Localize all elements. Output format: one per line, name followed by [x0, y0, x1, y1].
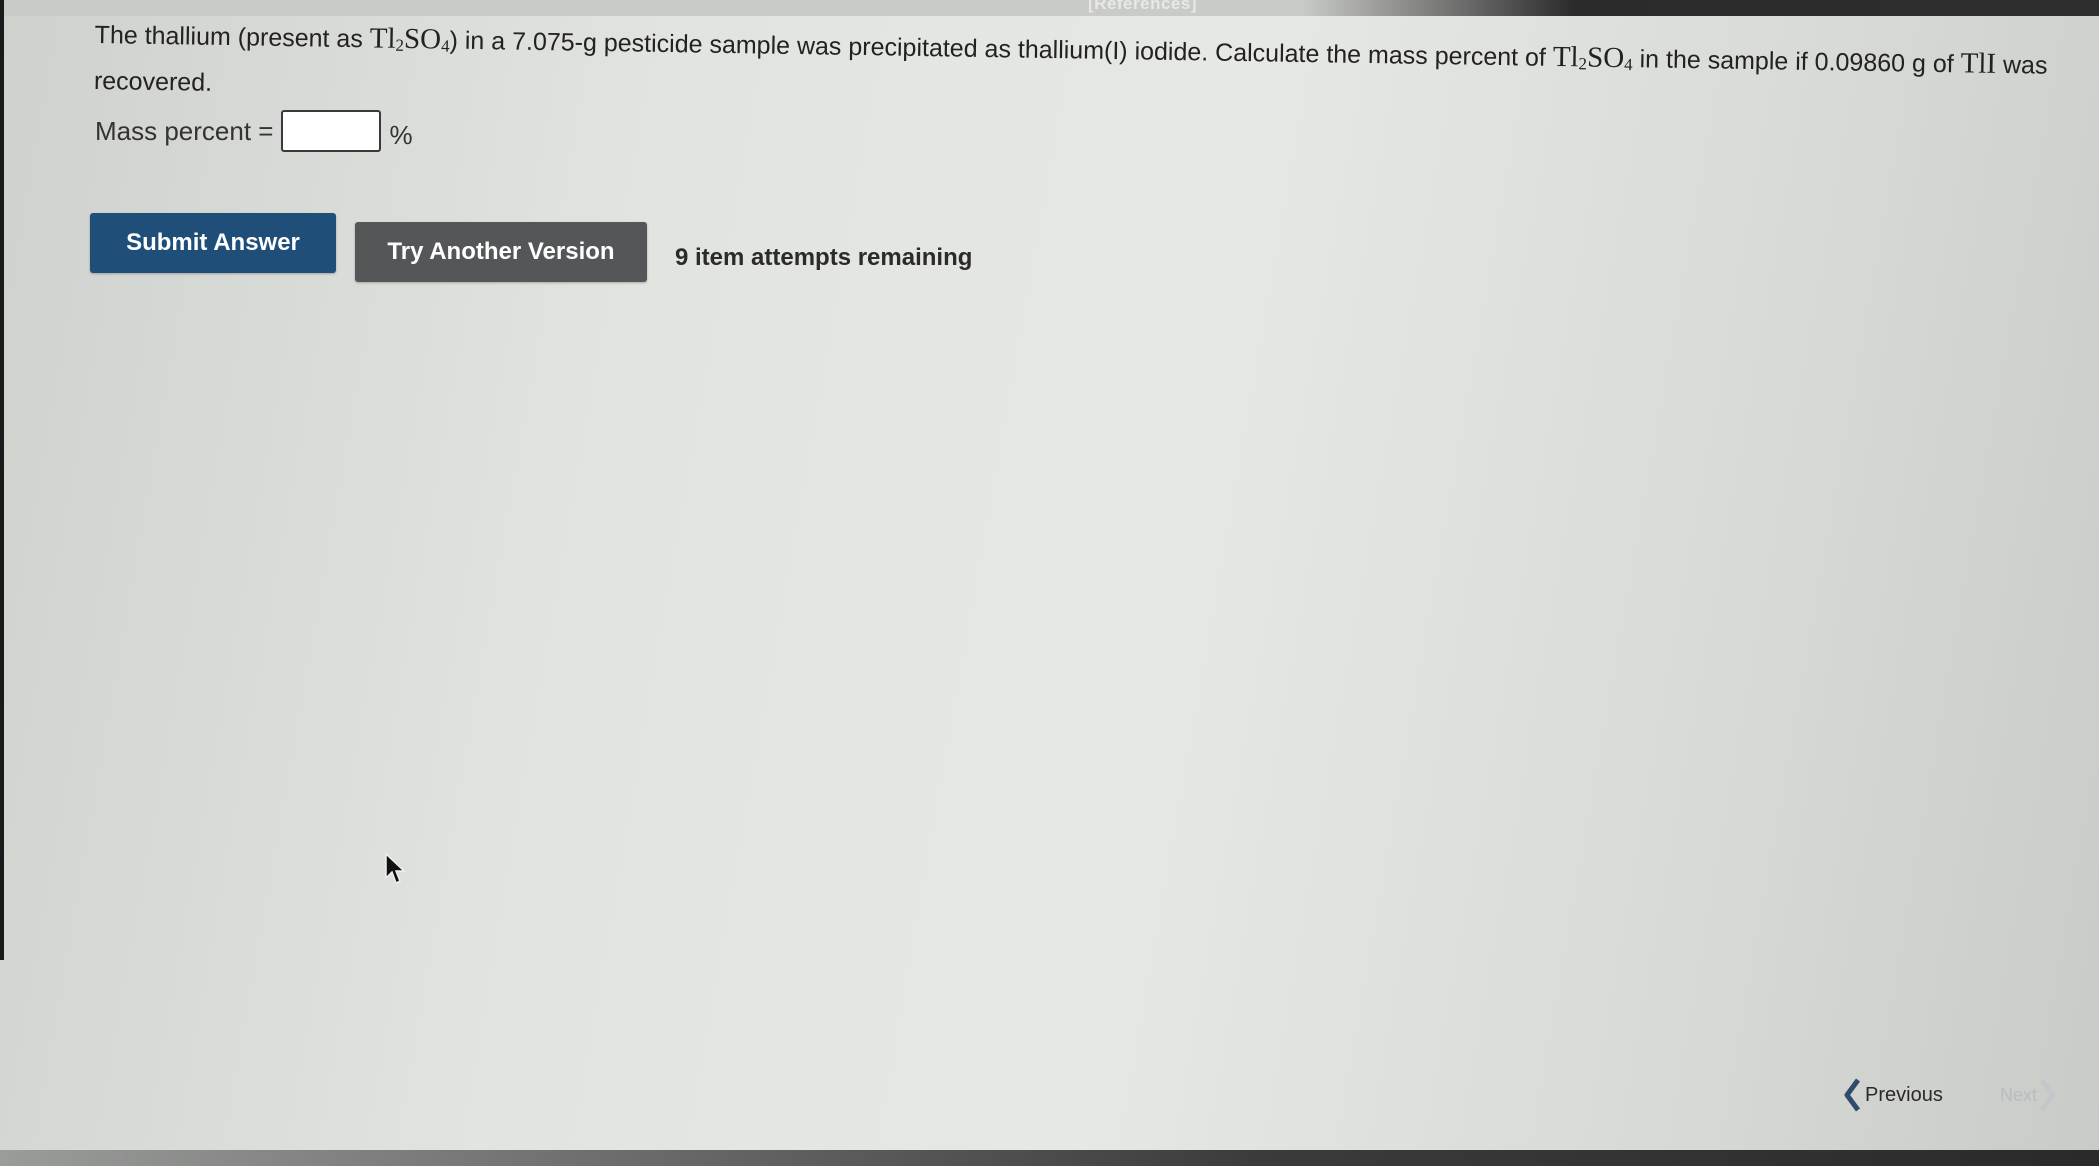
mass-percent-label: Mass percent =	[95, 115, 274, 146]
attempts-remaining-text: 9 item attempts remaining	[675, 244, 973, 271]
formula-subscript: 4	[440, 36, 450, 56]
chevron-left-icon	[1844, 1078, 1861, 1112]
screen-background	[0, 0, 2099, 1166]
left-edge	[0, 0, 4, 960]
question-part-2: ) in a 7.075-g pesticide sample was prec…	[449, 26, 1554, 72]
previous-button[interactable]: Previous	[1843, 1078, 1943, 1112]
formula-element: Tl	[1552, 40, 1579, 74]
chevron-right-icon	[2039, 1078, 2056, 1112]
previous-label: Previous	[1865, 1083, 1943, 1106]
top-bar	[0, 0, 2099, 16]
formula-element: SO	[1586, 41, 1625, 75]
formula-element: Tl	[369, 22, 396, 55]
submit-answer-button[interactable]: Submit Answer	[90, 213, 336, 273]
formula-tl2so4-second: Tl2SO4	[1553, 41, 1633, 74]
mass-percent-input[interactable]	[281, 110, 382, 152]
formula-tli: TlI	[1960, 47, 1997, 80]
try-another-version-button[interactable]: Try Another Version	[355, 222, 647, 282]
formula-element: SO	[403, 22, 442, 56]
formula-tl2so4-first: Tl2SO4	[370, 22, 450, 55]
question-part-1: The thallium (present as	[94, 20, 370, 54]
bottom-edge	[0, 1150, 2099, 1166]
cursor-arrow-icon	[385, 852, 406, 885]
percent-unit-label: %	[389, 119, 413, 150]
references-link[interactable]: [References]	[1088, 0, 1197, 14]
question-part-3: in the sample if 0.09860 g of	[1632, 45, 1961, 79]
next-label: Next	[2000, 1084, 2038, 1105]
answer-row: Mass percent = %	[95, 110, 413, 152]
formula-subscript: 2	[1578, 54, 1588, 74]
next-button[interactable]: Next	[2000, 1078, 2057, 1112]
